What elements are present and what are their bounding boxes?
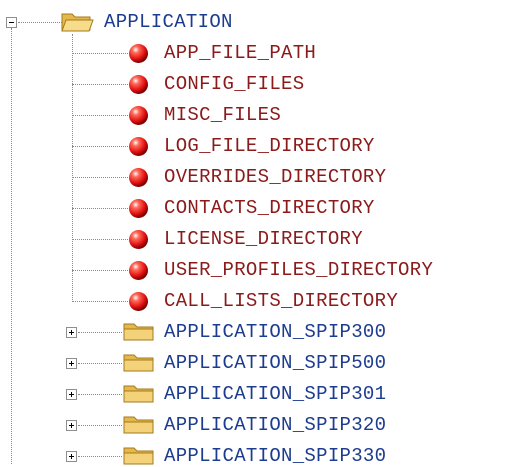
tree-folder-label[interactable]: APPLICATION_SPIP301: [164, 383, 386, 405]
folder-open-icon: [61, 13, 94, 32]
tree-connector: [72, 84, 128, 85]
red-ball-icon: [129, 75, 148, 94]
folder-icon: [123, 416, 154, 434]
tree-connector: [78, 363, 122, 364]
expand-toggle-icon[interactable]: [66, 420, 77, 431]
tree-folder-label[interactable]: APPLICATION_SPIP500: [164, 352, 386, 374]
expand-toggle-icon[interactable]: [66, 327, 77, 338]
tree-item-label[interactable]: MISC_FILES: [164, 104, 281, 126]
tree-connector: [78, 425, 122, 426]
red-ball-icon: [129, 106, 148, 125]
tree-connector: [72, 239, 128, 240]
red-ball-icon: [129, 137, 148, 156]
tree-item-label[interactable]: LOG_FILE_DIRECTORY: [164, 135, 375, 157]
tree-connector: [72, 146, 128, 147]
folder-icon: [123, 447, 154, 465]
expand-toggle-icon[interactable]: [66, 451, 77, 462]
tree-folder-label[interactable]: APPLICATION_SPIP300: [164, 321, 386, 343]
expand-toggle-icon[interactable]: [66, 358, 77, 369]
red-ball-icon: [129, 292, 148, 311]
folder-icon: [123, 354, 154, 372]
tree-connector: [78, 456, 122, 457]
tree-connector: [72, 53, 128, 54]
tree-item-label[interactable]: CONFIG_FILES: [164, 73, 304, 95]
red-ball-icon: [129, 168, 148, 187]
tree-connector: [72, 177, 128, 178]
tree-item-label[interactable]: CALL_LISTS_DIRECTORY: [164, 290, 398, 312]
red-ball-icon: [129, 261, 148, 280]
red-ball-icon: [129, 44, 148, 63]
tree-item-label[interactable]: LICENSE_DIRECTORY: [164, 228, 363, 250]
tree-connector: [72, 270, 128, 271]
expand-toggle-icon[interactable]: [66, 389, 77, 400]
tree-connector: [72, 301, 128, 302]
folder-icon: [123, 323, 154, 341]
tree-connector: [72, 208, 128, 209]
tree-item-label[interactable]: CONTACTS_DIRECTORY: [164, 197, 375, 219]
collapse-toggle-icon[interactable]: [6, 17, 17, 28]
tree-view: APPLICATION APP_FILE_PATH CONFIG_FILES MIS…: [0, 0, 520, 467]
folder-icon: [123, 385, 154, 403]
tree-connector: [72, 34, 73, 302]
tree-connector: [78, 332, 122, 333]
tree-connector: [11, 28, 12, 464]
tree-connector: [78, 394, 122, 395]
tree-connector: [18, 22, 62, 23]
tree-connector: [72, 115, 128, 116]
tree-folder-label[interactable]: APPLICATION_SPIP320: [164, 414, 386, 436]
tree-item-label[interactable]: USER_PROFILES_DIRECTORY: [164, 259, 433, 281]
red-ball-icon: [129, 199, 148, 218]
tree-root-label[interactable]: APPLICATION: [104, 11, 233, 33]
tree-item-label[interactable]: OVERRIDES_DIRECTORY: [164, 166, 386, 188]
tree-item-label[interactable]: APP_FILE_PATH: [164, 42, 316, 64]
red-ball-icon: [129, 230, 148, 249]
